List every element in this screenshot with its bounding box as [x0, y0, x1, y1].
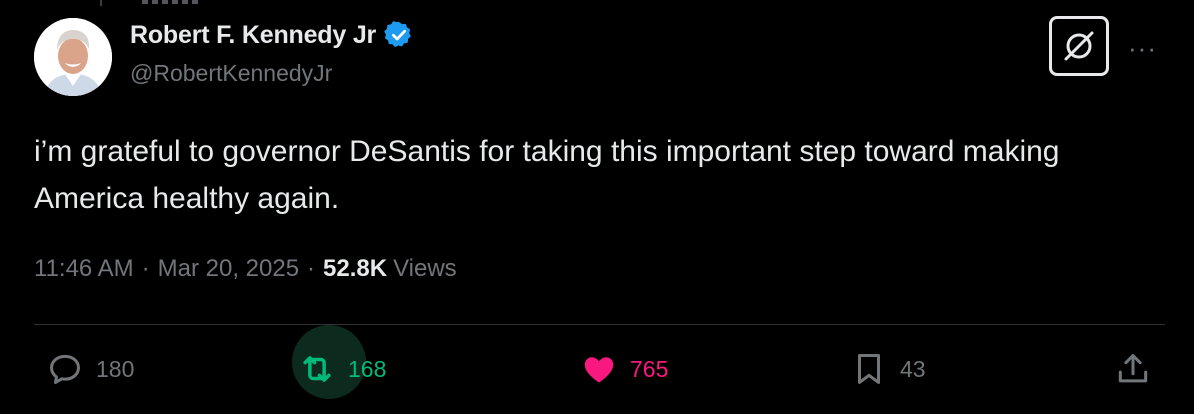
tweet-date[interactable]: Mar 20, 2025 [158, 255, 299, 283]
retweet-icon [303, 356, 331, 382]
meta-separator: · [141, 255, 150, 282]
bookmark-button[interactable]: 43 [850, 350, 926, 388]
views-label[interactable]: Views [393, 255, 457, 283]
thread-connector [100, 0, 202, 6]
meta-separator: · [307, 255, 316, 282]
reply-count: 180 [96, 355, 135, 382]
divider [34, 324, 1165, 325]
author-row: Robert F. Kennedy Jr [130, 20, 414, 50]
tweet-text: i’m grateful to governor DeSantis for ta… [34, 135, 1060, 215]
tweet-time[interactable]: 11:46 AM [34, 255, 134, 283]
bookmark-count: 43 [900, 355, 926, 382]
tweet-meta: 11:46 AM · Mar 20, 2025 · 52.8K Views [34, 255, 457, 283]
reply-button[interactable]: 180 [46, 350, 134, 388]
like-count: 765 [630, 355, 669, 382]
like-button[interactable]: 765 [580, 350, 668, 388]
share-icon [1118, 354, 1148, 383]
more-icon[interactable]: ··· [1128, 33, 1157, 64]
verified-badge-icon[interactable] [384, 20, 414, 50]
retweet-button[interactable]: 168 [292, 325, 387, 399]
avatar[interactable] [34, 18, 112, 96]
heart-icon [584, 357, 614, 383]
avatar-photo [34, 18, 112, 96]
author-name[interactable]: Robert F. Kennedy Jr [130, 21, 376, 50]
grok-icon [1064, 31, 1094, 61]
author-handle[interactable]: @RobertKennedyJr [130, 60, 332, 87]
share-button[interactable] [1114, 350, 1152, 388]
reply-icon [50, 354, 80, 384]
grok-button[interactable] [1049, 16, 1109, 76]
views-count[interactable]: 52.8K [323, 255, 387, 283]
bookmark-icon [857, 354, 881, 384]
retweet-count: 168 [348, 355, 387, 382]
